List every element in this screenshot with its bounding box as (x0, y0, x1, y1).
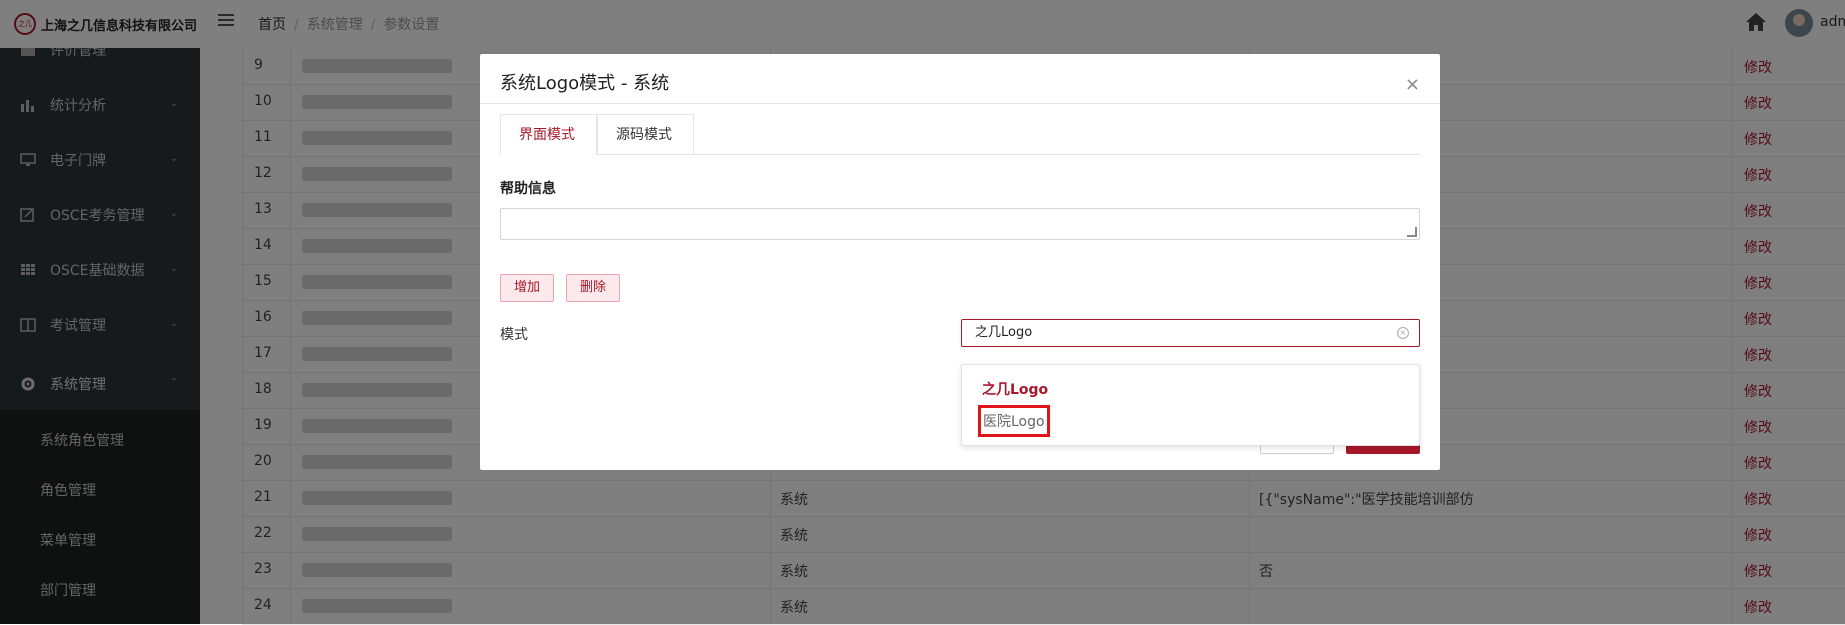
mode-select-value: 之几Logo (975, 325, 1033, 340)
modal-title: 系统Logo模式 - 系统 (500, 73, 670, 94)
tab-source-mode[interactable]: 源码模式 (597, 114, 694, 154)
clear-icon[interactable]: × (1397, 327, 1409, 339)
delete-button[interactable]: 删除 (566, 274, 621, 302)
help-textarea[interactable] (500, 208, 1420, 240)
option-zhiji-logo[interactable]: 之几Logo (982, 379, 1048, 399)
tab-ui-mode[interactable]: 界面模式 (500, 114, 597, 155)
option-hospital-logo[interactable]: 医院Logo (978, 405, 1050, 437)
mode-label: 模式 (500, 327, 528, 343)
help-label: 帮助信息 (500, 181, 556, 197)
mode-tabs: 界面模式 源码模式 (500, 114, 1420, 155)
close-icon[interactable]: × (1405, 74, 1420, 95)
mode-dropdown: 之几Logo 医院Logo (961, 364, 1420, 446)
add-button[interactable]: 增加 (500, 274, 555, 302)
mode-select[interactable]: 之几Logo × (961, 319, 1420, 347)
